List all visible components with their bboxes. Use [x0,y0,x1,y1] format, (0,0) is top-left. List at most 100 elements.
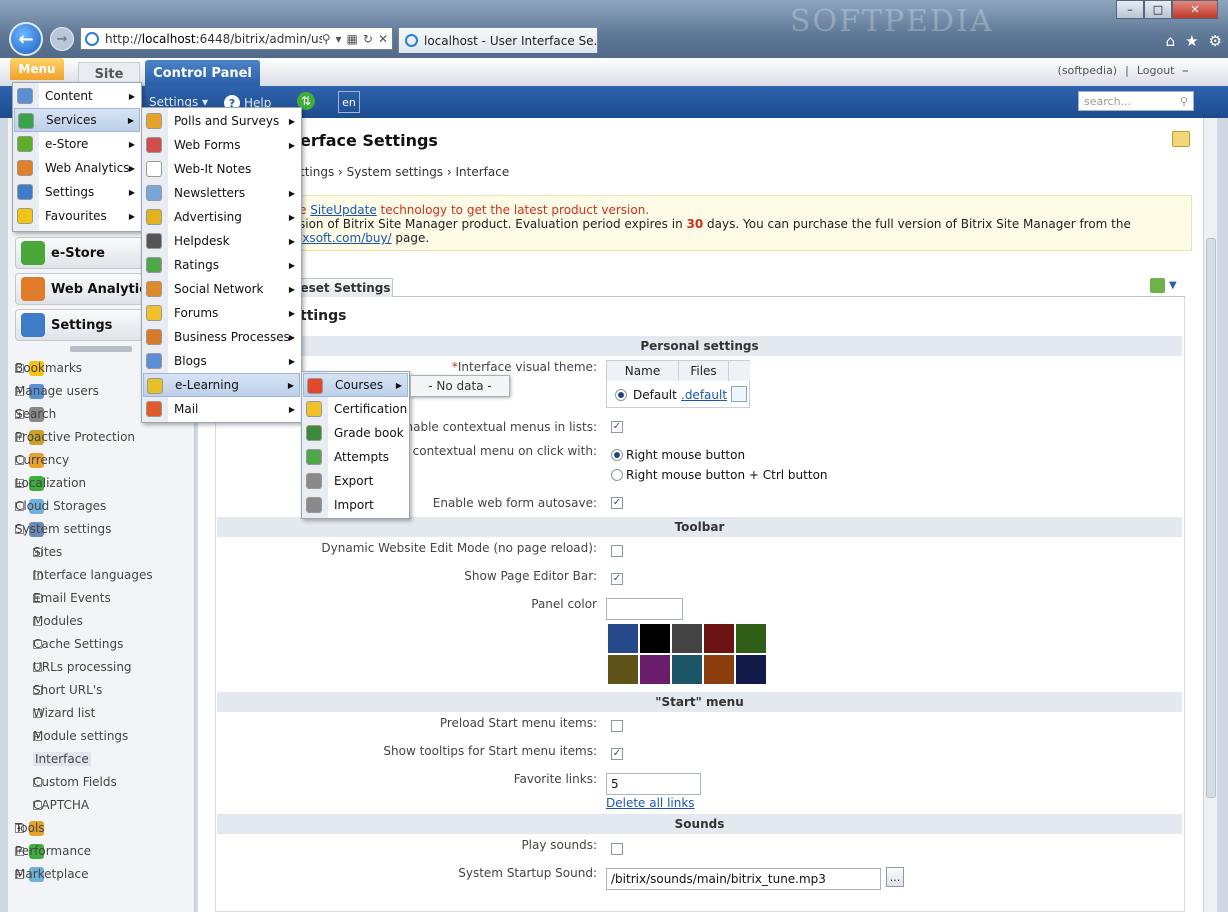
tools-gear-icon[interactable]: ⚙ [1209,32,1222,50]
menu-item-settings[interactable]: Settings ▶ [14,180,140,204]
siteupdate-link[interactable]: SiteUpdate [310,203,377,217]
menu-item-e-learning[interactable]: e-Learning ▶ [143,373,300,397]
editor-bar-checkbox[interactable]: ✓ [611,573,623,585]
pin-icon[interactable]: ⎯ [1183,64,1189,78]
back-button[interactable]: ← [9,22,43,56]
startup-sound-input[interactable]: /bitrix/sounds/main/bitrix_tune.mp3 [606,868,881,890]
sidebar-btn-e-store[interactable]: e-Store [15,237,143,269]
close-window-button[interactable]: ✕ [1172,0,1218,19]
tree-item-email-events[interactable]: + Email Events [33,588,111,608]
search-icon[interactable]: ⚲ [1180,95,1188,108]
color-swatch[interactable] [640,655,670,684]
menu-item-business-processes[interactable]: Business Processes ▶ [143,325,300,349]
autosave-checkbox[interactable]: ✓ [611,497,623,509]
tree-item-tools[interactable]: + Tools [15,818,48,838]
start-menu-button[interactable]: Menu [10,58,64,80]
tab-preset-settings[interactable]: eset Settings [298,278,393,297]
menu-item-web-analytics[interactable]: Web Analytics ▶ [14,156,140,180]
tree-item-custom-fields[interactable]: · Custom Fields [33,772,117,792]
tree-item-modules[interactable]: · Modules [33,611,83,631]
tree-item-bookmarks[interactable]: · Bookmarks [15,358,82,378]
tree-item-wizard-list[interactable]: · Wizard list [33,703,95,723]
menu-item-import[interactable]: Import [303,493,408,517]
color-swatch[interactable] [672,655,702,684]
tree-item-cloud-storages[interactable]: · Cloud Storages [15,496,106,516]
refresh-icon[interactable]: ↻ [363,32,373,46]
chevron-down-icon[interactable]: ▼ [1169,280,1177,291]
menu-item-export[interactable]: Export [303,469,408,493]
menu-item-services[interactable]: Services ▶ [14,108,140,132]
tree-item-interface[interactable]: ·Interface [33,749,91,769]
color-swatch[interactable] [704,655,734,684]
color-swatch[interactable] [736,624,766,653]
dyn-edit-checkbox[interactable] [611,545,623,557]
menu-item-helpdesk[interactable]: Helpdesk ▶ [143,229,300,253]
menu-item-grade-book[interactable]: Grade book [303,421,408,445]
username[interactable]: (softpedia) [1058,64,1118,78]
theme-file-link[interactable]: .default [681,388,727,402]
page-settings-icon[interactable] [1172,131,1190,147]
tree-item-manage-users[interactable]: + Manage users [15,381,99,401]
logout-link[interactable]: Logout [1137,64,1175,78]
buy-link[interactable]: ixsoft.com/buy/ [299,231,392,245]
menu-item-forums[interactable]: Forums ▶ [143,301,300,325]
menu-item-polls-and-surveys[interactable]: Polls and Surveys ▶ [143,109,300,133]
home-icon[interactable]: ⌂ [1166,32,1176,50]
menu-item-certification[interactable]: Certification [303,397,408,421]
browse-button[interactable]: ... [886,867,904,887]
minimize-button[interactable]: – [1116,0,1144,19]
color-swatch[interactable] [672,624,702,653]
address-bar[interactable]: http://localhost:6448/bitrix/admin/use ⚲… [80,27,393,50]
menu-item-content[interactable]: Content ▶ [14,84,140,108]
tree-item-module-settings[interactable]: + Module settings [33,726,128,746]
sidebar-collapse-handle[interactable] [70,346,132,352]
play-sounds-checkbox[interactable] [611,843,623,855]
scrollbar-thumb[interactable] [1206,238,1216,798]
tree-item-captcha[interactable]: · CAPTCHA [33,795,89,815]
sidebar-btn-settings[interactable]: Settings [15,309,143,341]
delete-links[interactable]: Delete all links [606,796,695,810]
color-swatch[interactable] [608,624,638,653]
tree-item-interface-languages[interactable]: · Interface languages [33,565,153,585]
tree-item-sites[interactable]: + Sites [33,542,62,562]
menu-item-e-store[interactable]: e-Store ▶ [14,132,140,156]
menu-item-newsletters[interactable]: Newsletters ▶ [143,181,300,205]
ctrl-button-radio[interactable] [611,469,623,481]
color-swatch[interactable] [608,655,638,684]
tree-item-system-settings[interactable]: · System settings [15,519,111,539]
menu-item-web-forms[interactable]: Web Forms ▶ [143,133,300,157]
tree-item-currency[interactable]: · Currency [15,450,69,470]
panel-color-input[interactable] [606,598,683,620]
compat-view-icon[interactable]: ▦ [347,32,358,46]
menu-item-courses[interactable]: Courses ▶ [303,373,408,397]
menu-item-blogs[interactable]: Blogs ▶ [143,349,300,373]
language-switch[interactable]: en [338,91,360,113]
menu-item-attempts[interactable]: Attempts [303,445,408,469]
theme-default-radio[interactable] [615,389,627,401]
favorites-star-icon[interactable]: ★ [1185,32,1198,50]
menu-item-social-network[interactable]: Social Network ▶ [143,277,300,301]
tooltips-checkbox[interactable]: ✓ [611,748,623,760]
page-scrollbar[interactable] [1203,118,1217,912]
color-swatch[interactable] [736,655,766,684]
theme-preview-icon[interactable] [731,386,747,402]
right-button-radio[interactable] [611,449,623,461]
tree-item-cache-settings[interactable]: · Cache Settings [33,634,123,654]
tree-item-localization[interactable]: + Localization [15,473,86,493]
ctx-menus-checkbox[interactable]: ✓ [611,421,623,433]
menu-item-ratings[interactable]: Ratings ▶ [143,253,300,277]
tree-item-performance[interactable]: + Performance [15,841,91,861]
tree-item-proactive-protection[interactable]: + Proactive Protection [15,427,135,447]
tab-control-panel[interactable]: Control Panel [145,60,260,86]
favlinks-input[interactable]: 5 [606,773,701,795]
forward-button[interactable]: → [50,27,74,51]
menu-item-mail[interactable]: Mail ▶ [143,397,300,421]
color-swatch[interactable] [704,624,734,653]
preload-checkbox[interactable] [611,720,623,732]
stop-icon[interactable]: ✕ [378,32,388,46]
tree-item-search[interactable]: + Search [15,404,56,424]
menu-item-favourites[interactable]: Favourites ▶ [14,204,140,228]
dropdown-icon[interactable]: ▾ [336,32,342,46]
maximize-button[interactable]: □ [1144,0,1172,19]
tree-item-urls-processing[interactable]: · URLs processing [33,657,132,677]
